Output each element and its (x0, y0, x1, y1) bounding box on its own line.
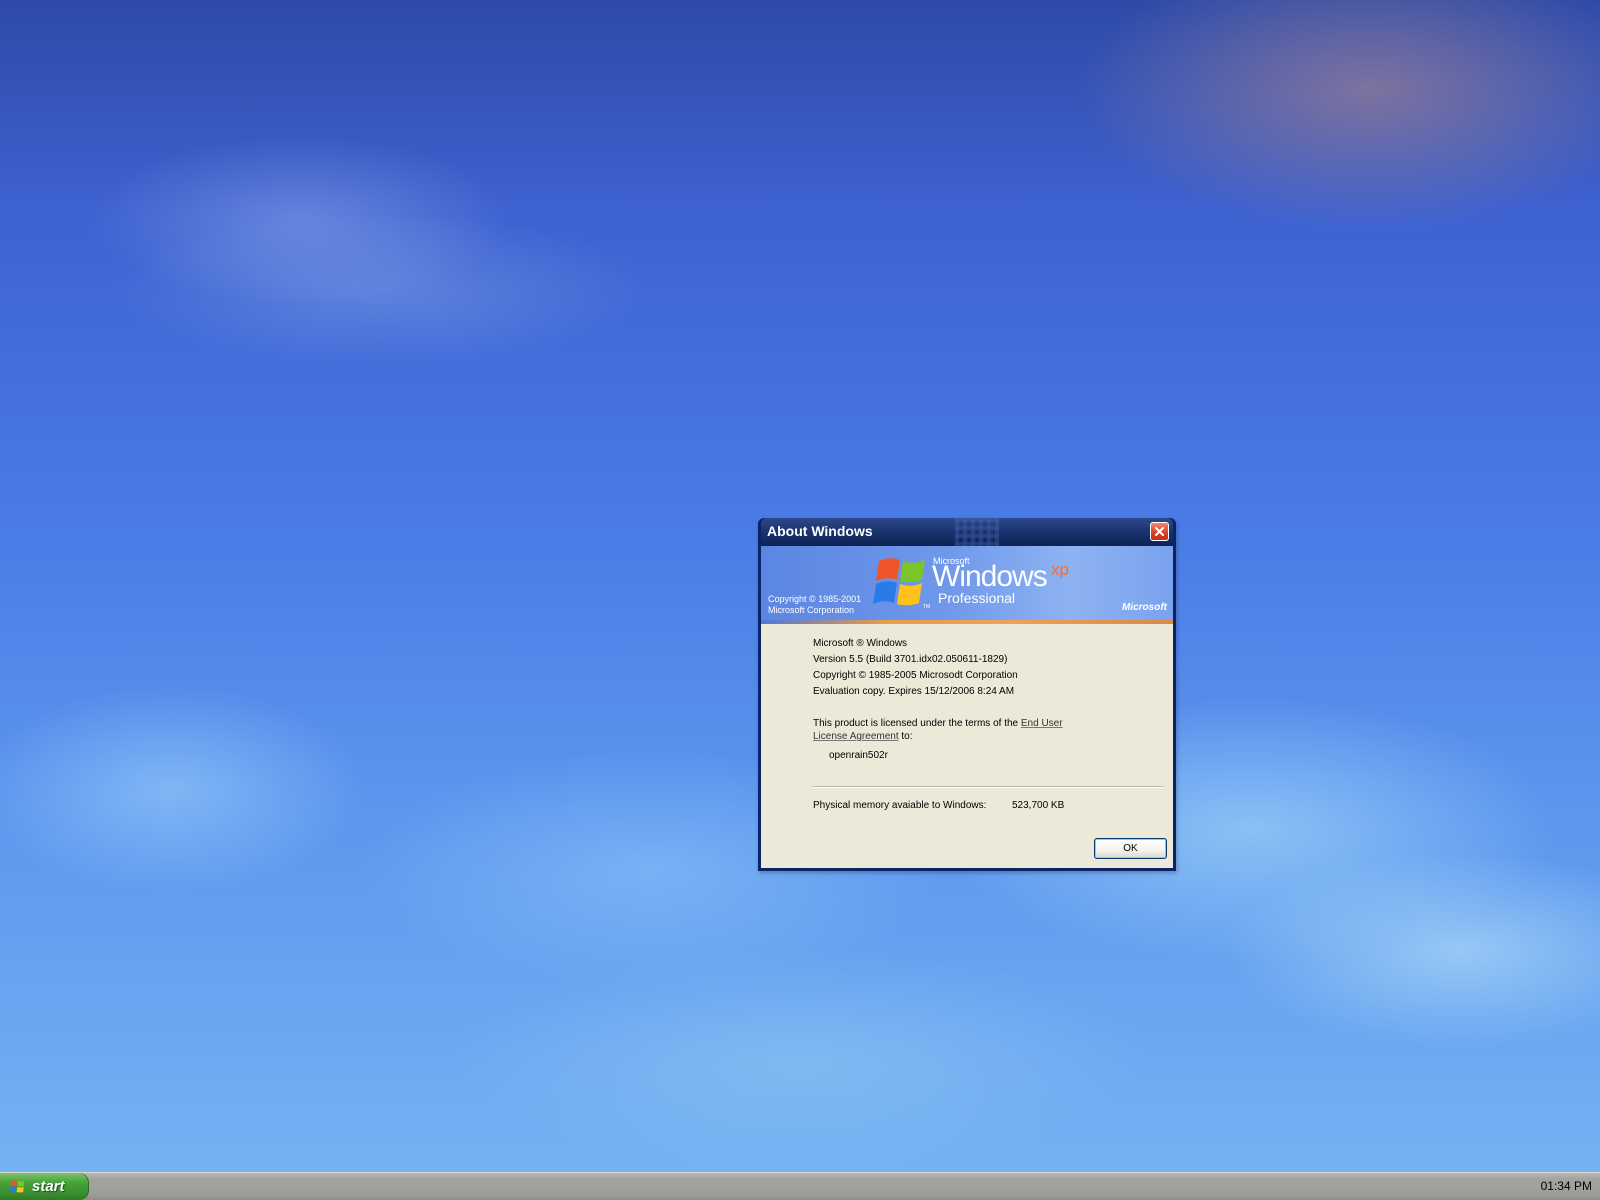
system-clock[interactable]: 01:34 PM (1541, 1179, 1592, 1193)
license-line2: License Agreement to: (813, 731, 913, 742)
license-text: This product is licensed under the terms… (813, 718, 1019, 729)
banner-copyright: Copyright © 1985-2001 Microsoft Corporat… (768, 594, 861, 616)
license-line1: This product is licensed under the terms… (813, 718, 1063, 729)
windows-flag-icon (10, 1179, 26, 1195)
ok-button[interactable]: OK (1094, 838, 1167, 859)
close-button[interactable] (1150, 522, 1169, 541)
eula-link-continued[interactable]: License Agreement (813, 731, 899, 742)
memory-value: 523,700 KB (1012, 800, 1065, 811)
copyright-info: Copyright © 1985-2005 Microsodt Corporat… (813, 670, 1018, 681)
logo-edition-text: Professional (938, 590, 1016, 606)
dialog-body: Microsoft ® Windows Version 5.5 (Build 3… (761, 624, 1173, 868)
memory-label: Physical memory avaiable to Windows: (813, 800, 987, 811)
banner-copyright-line2: Microsoft Corporation (768, 605, 855, 615)
close-icon (1155, 527, 1164, 536)
microsoft-brand: Microsoft (1122, 602, 1167, 613)
separator (813, 786, 1163, 788)
dialog-title: About Windows (767, 523, 873, 539)
licensee-name: openrain502r (829, 750, 888, 761)
windows-banner: Copyright © 1985-2001 Microsoft Corporat… (761, 546, 1173, 624)
start-label: start (32, 1178, 65, 1195)
windows-flag-icon: TM (873, 558, 930, 610)
evaluation-info: Evaluation copy. Expires 15/12/2006 8:24… (813, 686, 1015, 697)
license-to-text: to: (901, 731, 913, 742)
svg-text:TM: TM (923, 604, 930, 610)
eula-link[interactable]: End User (1021, 718, 1063, 729)
titlebar-pattern (955, 518, 999, 546)
logo-windows-text: Windows (932, 560, 1048, 593)
banner-copyright-line1: Copyright © 1985-2001 (768, 594, 862, 604)
start-button[interactable]: start (0, 1173, 89, 1200)
version-info: Version 5.5 (Build 3701.idx02.050611-182… (813, 654, 1008, 665)
logo-xp-text: xp (1051, 560, 1069, 579)
dialog-titlebar[interactable]: About Windows (761, 518, 1173, 546)
taskbar: start 01:34 PM (0, 1172, 1600, 1200)
product-name: Microsoft ® Windows (813, 638, 908, 649)
about-windows-dialog: About Windows Copyright © 1985-2001 Micr… (758, 518, 1176, 871)
